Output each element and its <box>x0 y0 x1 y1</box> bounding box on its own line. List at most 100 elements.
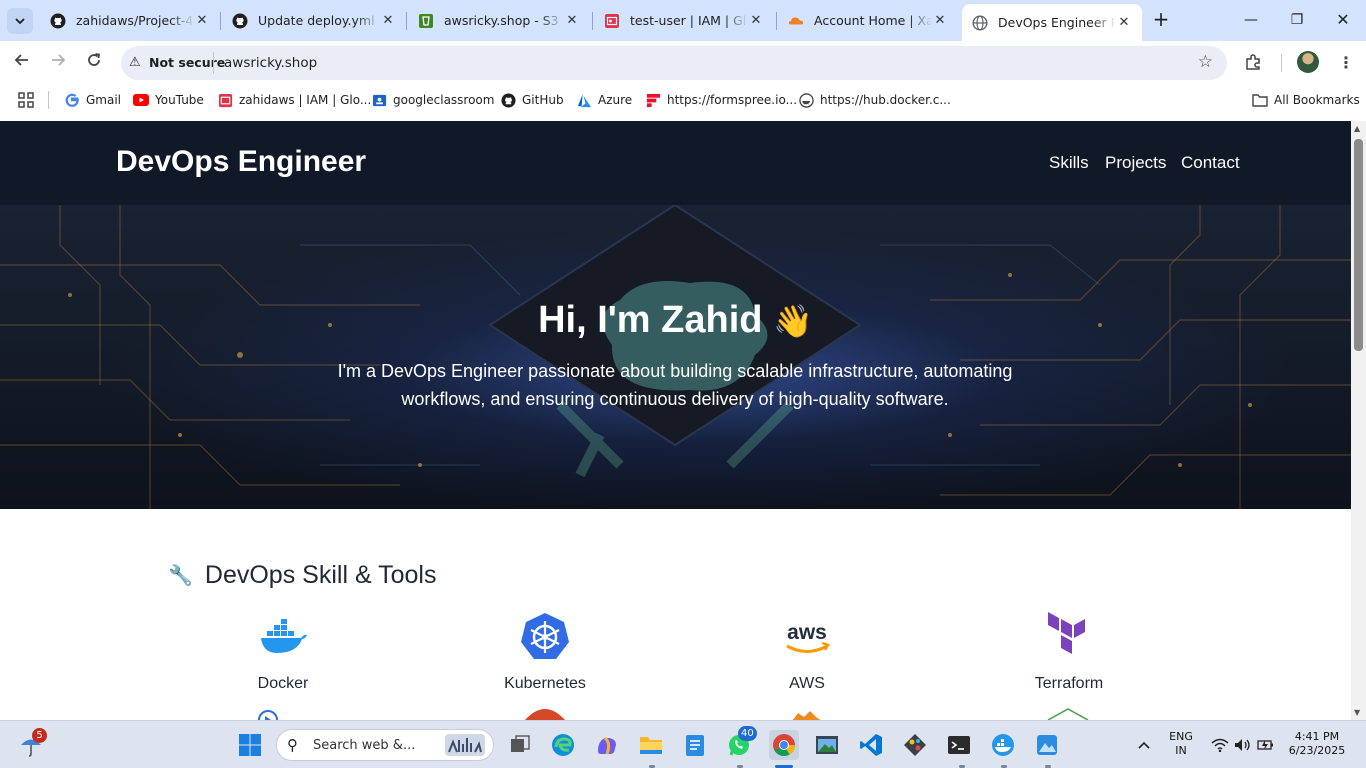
tab-divider <box>220 12 221 30</box>
bookmark-label: Azure <box>598 93 633 107</box>
photos-app-icon[interactable] <box>1033 731 1061 759</box>
tab-update-deploy[interactable]: Update deploy.yml · zahidaws ✕ <box>222 4 406 37</box>
wrench-icon: 🔧 <box>168 565 193 587</box>
arrow-left-icon <box>14 54 28 66</box>
toolbar-divider <box>1281 54 1282 72</box>
site-header: DevOps Engineer Skills Projects Contact <box>0 121 1351 205</box>
close-icon[interactable]: ✕ <box>748 13 764 28</box>
bookmark-label: googleclassroom <box>393 93 495 107</box>
site-brand[interactable]: DevOps Engineer <box>116 145 366 179</box>
bookmark-docker-hub[interactable]: https://hub.docker.c... <box>798 92 951 108</box>
edge-icon[interactable] <box>549 731 577 759</box>
back-button[interactable] <box>10 51 34 75</box>
windows-taskbar: 5 ⚲ Search web &... 40 ENG IN 4:41 PM 6/… <box>0 720 1366 768</box>
skill-icon-partial <box>1047 708 1089 720</box>
terminal-icon[interactable] <box>945 731 973 759</box>
weather-icon[interactable]: 5 <box>17 728 47 759</box>
scroll-down-arrow-icon[interactable]: ▼ <box>1354 708 1360 717</box>
close-window-button[interactable]: ✕ <box>1328 8 1358 32</box>
page-scrollbar[interactable]: ▲ ▼ <box>1351 121 1366 720</box>
all-bookmarks[interactable]: All Bookmarks <box>1252 92 1360 108</box>
classroom-icon <box>371 92 387 108</box>
tab-iam-test-user[interactable]: test-user | IAM | Global ✕ <box>594 4 774 37</box>
clock[interactable]: 4:41 PM 6/23/2025 <box>1284 730 1350 758</box>
hero-title: Hi, I'm Zahid 👋 <box>0 299 1351 342</box>
skill-label: Kubernetes <box>504 675 586 692</box>
tab-devops-portfolio[interactable]: DevOps Engineer Portfolio ✕ <box>962 4 1142 41</box>
tab-cloudflare-account[interactable]: Account Home | Xaidi ✕ <box>778 4 958 37</box>
new-tab-button[interactable]: + <box>1150 8 1172 30</box>
bookmark-label: Gmail <box>86 93 122 107</box>
reload-button[interactable] <box>82 51 106 75</box>
git-tool-icon[interactable] <box>901 731 929 759</box>
docker-desktop-icon[interactable] <box>989 731 1017 759</box>
chrome-icon[interactable] <box>769 730 799 760</box>
bookmark-label: https://hub.docker.c... <box>820 93 951 107</box>
bookmark-label: zahidaws | IAM | Glo... <box>239 93 372 107</box>
address-divider <box>213 52 214 74</box>
task-view-icon[interactable] <box>506 731 534 759</box>
bookmark-azure[interactable]: Azure <box>576 92 632 108</box>
close-icon[interactable]: ✕ <box>932 13 948 28</box>
notepad-icon[interactable] <box>681 731 709 759</box>
nav-link-projects[interactable]: Projects <box>1105 153 1166 173</box>
scrollbar-thumb[interactable] <box>1354 139 1363 351</box>
whatsapp-icon[interactable]: 40 <box>725 726 757 759</box>
bookmark-github[interactable]: GitHub <box>500 92 564 108</box>
tab-search-button[interactable] <box>7 8 33 34</box>
skill-card-terraform: Terraform <box>989 611 1149 693</box>
close-icon[interactable]: ✕ <box>194 13 210 28</box>
minimize-button[interactable]: — <box>1236 8 1266 32</box>
youtube-icon <box>133 92 149 108</box>
language-code: ENG <box>1169 730 1193 743</box>
skill-card-kubernetes: Kubernetes <box>465 611 625 693</box>
github-icon <box>500 92 516 108</box>
tab-title: test-user | IAM | Global <box>630 13 748 28</box>
address-bar[interactable]: ⚠ Not secure awsricky.shop ☆ <box>121 46 1227 80</box>
snipping-tool-icon[interactable] <box>813 731 841 759</box>
bookmark-star-icon[interactable]: ☆ <box>1198 52 1213 72</box>
iam-icon <box>217 92 233 108</box>
vscode-icon[interactable] <box>857 731 885 759</box>
file-explorer-icon[interactable] <box>637 731 665 759</box>
url-text[interactable]: awsricky.shop <box>224 55 317 71</box>
apps-grid-icon[interactable] <box>18 92 34 108</box>
battery-charging-icon[interactable] <box>1252 731 1280 759</box>
skill-icon-partial <box>258 710 278 720</box>
start-button[interactable] <box>236 731 264 759</box>
tab-github-project[interactable]: zahidaws/Project-4: CI/CD ✕ <box>40 4 220 37</box>
bookmark-formspree[interactable]: https://formspree.io... <box>645 92 797 108</box>
close-icon[interactable]: ✕ <box>1116 15 1132 30</box>
bookmark-gmail[interactable]: Gmail <box>64 92 121 108</box>
skill-label: Docker <box>257 675 309 692</box>
forward-button[interactable] <box>46 51 70 75</box>
tray-overflow-chevron-icon[interactable] <box>1130 731 1158 759</box>
restore-button[interactable]: ❐ <box>1282 8 1312 32</box>
copilot-icon[interactable] <box>593 731 621 759</box>
warning-triangle-icon[interactable]: ⚠ <box>129 55 141 70</box>
iam-icon <box>604 13 620 29</box>
menu-kebab-icon[interactable]: ⋮ <box>1338 53 1354 72</box>
tab-divider <box>406 12 407 30</box>
close-icon[interactable]: ✕ <box>380 13 396 28</box>
taskbar-search[interactable]: ⚲ Search web &... <box>276 729 494 761</box>
cloudflare-icon <box>788 13 804 29</box>
bookmark-label: https://formspree.io... <box>667 93 798 107</box>
bookmark-label: YouTube <box>155 93 204 107</box>
formspree-icon <box>645 92 661 108</box>
skill-label: AWS <box>789 675 825 692</box>
search-placeholder: Search web &... <box>313 738 416 753</box>
nav-link-skills[interactable]: Skills <box>1049 153 1089 173</box>
profile-avatar[interactable] <box>1297 51 1319 73</box>
close-icon[interactable]: ✕ <box>564 13 580 28</box>
language-indicator[interactable]: ENG IN <box>1164 730 1198 758</box>
bookmark-iam[interactable]: zahidaws | IAM | Glo... <box>217 92 371 108</box>
nav-link-contact[interactable]: Contact <box>1181 153 1240 173</box>
bookmark-googleclassroom[interactable]: googleclassroom <box>371 92 494 108</box>
arrow-right-icon <box>52 54 66 66</box>
extensions-icon[interactable] <box>1244 53 1262 75</box>
tab-s3-bucket[interactable]: awsricky.shop - S3 bucket ✕ <box>408 4 590 37</box>
scroll-up-arrow-icon[interactable]: ▲ <box>1354 124 1360 133</box>
azure-icon <box>576 92 592 108</box>
bookmark-youtube[interactable]: YouTube <box>133 92 204 108</box>
